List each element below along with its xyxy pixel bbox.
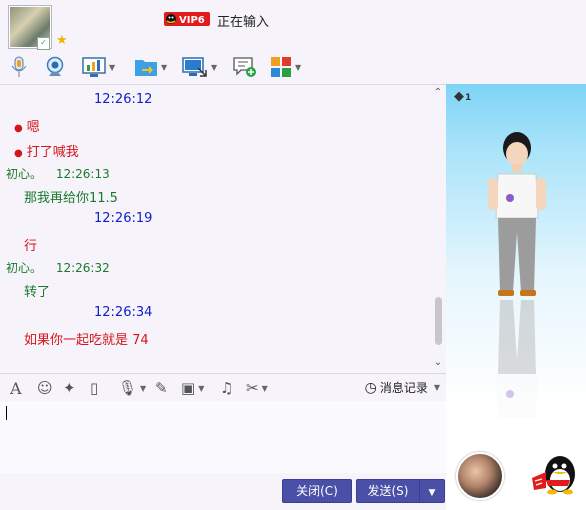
scroll-down-icon[interactable]: ⌄ — [432, 357, 444, 369]
input-toolbar: A ☺ ✦ ▯ 🎙︎ ▼ ✎ ▣ ▼ ♫ ✂ ▼ ◷ 消息记录 ▼ — [0, 373, 446, 402]
message-timestamp: 12:26:12 — [94, 92, 153, 107]
vip-badge[interactable]: VIP6 — [164, 12, 210, 26]
voice-message-icon[interactable]: 🎙︎ ▼ — [118, 378, 146, 398]
diamond-icon[interactable]: ◆ — [454, 89, 464, 104]
magic-wand-icon[interactable]: ✦ — [63, 378, 76, 398]
text-cursor — [6, 406, 7, 420]
apps-button[interactable]: ▼ — [270, 54, 301, 80]
scrollbar-thumb[interactable] — [435, 297, 442, 345]
video-clip-icon[interactable]: ▯ — [90, 378, 98, 398]
scissors-icon[interactable]: ✂ ▼ — [246, 378, 268, 398]
create-discussion-button[interactable] — [232, 54, 258, 80]
star-icon[interactable]: ★ — [56, 33, 68, 48]
chevron-down-icon[interactable]: ▼ — [161, 63, 167, 72]
scroll-up-icon[interactable]: ⌃ — [432, 87, 444, 99]
friend-avatar[interactable] — [456, 452, 504, 500]
history-label: 消息记录 — [379, 381, 428, 395]
video-call-button[interactable] — [44, 54, 66, 80]
message-input[interactable] — [0, 401, 446, 473]
typing-status: 正在输入 — [217, 15, 270, 30]
message-item: ● 打了喊我 — [14, 141, 79, 160]
chevron-down-icon[interactable]: ▼ — [198, 384, 204, 393]
chevron-down-icon[interactable]: ▼ — [109, 63, 115, 72]
message-timestamp: 12:26:34 — [94, 305, 153, 320]
send-file-button[interactable]: ▼ — [134, 54, 167, 80]
message-sender-line: 初心。 12:26:32 — [6, 259, 110, 276]
chevron-down-icon[interactable]: ▼ — [262, 384, 268, 393]
bullet-icon: ● — [14, 123, 23, 134]
message-item: ● 嗯 — [14, 116, 40, 135]
send-button[interactable]: 发送(S) — [356, 479, 419, 503]
message-text: 行 — [24, 239, 38, 254]
image-icon[interactable]: ▣ ▼ — [181, 378, 204, 398]
message-history-button[interactable]: ◷ 消息记录 ▼ — [365, 379, 440, 396]
font-icon[interactable]: A — [10, 378, 22, 398]
message-timestamp: 12:26:19 — [94, 211, 153, 226]
qq-logo-icon[interactable] — [530, 450, 582, 496]
qq-show-panel: ◆ 1 — [446, 84, 586, 510]
music-icon[interactable]: ♫ — [220, 378, 233, 398]
chevron-down-icon[interactable]: ▼ — [211, 63, 217, 72]
message-text: 那我再给你11.5 — [24, 191, 118, 206]
webcam-icon — [46, 56, 64, 76]
chevron-down-icon[interactable]: ▼ — [140, 384, 146, 393]
apps-grid-icon — [271, 57, 291, 77]
message-sender-line: 初心。 12:26:13 — [6, 165, 110, 182]
monitor-chart-icon — [82, 57, 106, 77]
chevron-down-icon[interactable]: ▼ — [295, 63, 301, 72]
voice-call-button[interactable] — [10, 54, 28, 80]
bullet-icon: ● — [14, 148, 23, 159]
folder-arrow-icon — [135, 60, 157, 76]
chat-add-icon — [233, 57, 256, 77]
screen-share-button[interactable]: ▼ — [182, 54, 217, 80]
message-timestamp: 12:26:13 — [55, 167, 110, 181]
side-panel-header — [446, 0, 586, 84]
vip-label: VIP6 — [179, 15, 205, 26]
main-toolbar: ▼ ▼ ▼ ▼ — [0, 52, 446, 82]
online-status-icon: ✓ — [37, 37, 50, 50]
sender-name[interactable]: 初心。 — [6, 261, 42, 275]
chat-window: ✓ ★ VIP6 正在输入 ▽ — □ ✕ — [0, 0, 586, 510]
chevron-down-icon: ▼ — [428, 488, 436, 498]
message-timestamp: 12:26:32 — [55, 261, 110, 275]
edit-icon[interactable]: ✎ — [155, 378, 168, 398]
message-text: 嗯 — [26, 120, 40, 135]
message-text: 如果你一起吃就是 74 — [24, 333, 149, 348]
clock-icon: ◷ — [364, 379, 377, 396]
chevron-down-icon[interactable]: ▼ — [434, 383, 440, 392]
remote-desktop-button[interactable]: ▼ — [82, 54, 115, 80]
close-button[interactable]: 关闭(C) — [282, 479, 352, 503]
screen-share-icon — [182, 57, 207, 77]
sender-name[interactable]: 初心。 — [6, 167, 42, 181]
message-text: 转了 — [24, 285, 51, 300]
chat-history[interactable]: 12:26:12 ● 嗯 ● 打了喊我 初心。 12:26:13 那我再给你11.5… — [0, 84, 446, 373]
chat-scrollbar[interactable]: ⌃ ⌄ — [432, 85, 444, 373]
send-options-button[interactable]: ▼ — [419, 479, 445, 503]
diamond-count: 1 — [465, 93, 472, 103]
message-text: 打了喊我 — [26, 145, 79, 160]
qq-show-avatar[interactable] — [486, 122, 548, 422]
microphone-icon — [11, 56, 27, 77]
emoji-icon[interactable]: ☺ — [37, 378, 53, 398]
